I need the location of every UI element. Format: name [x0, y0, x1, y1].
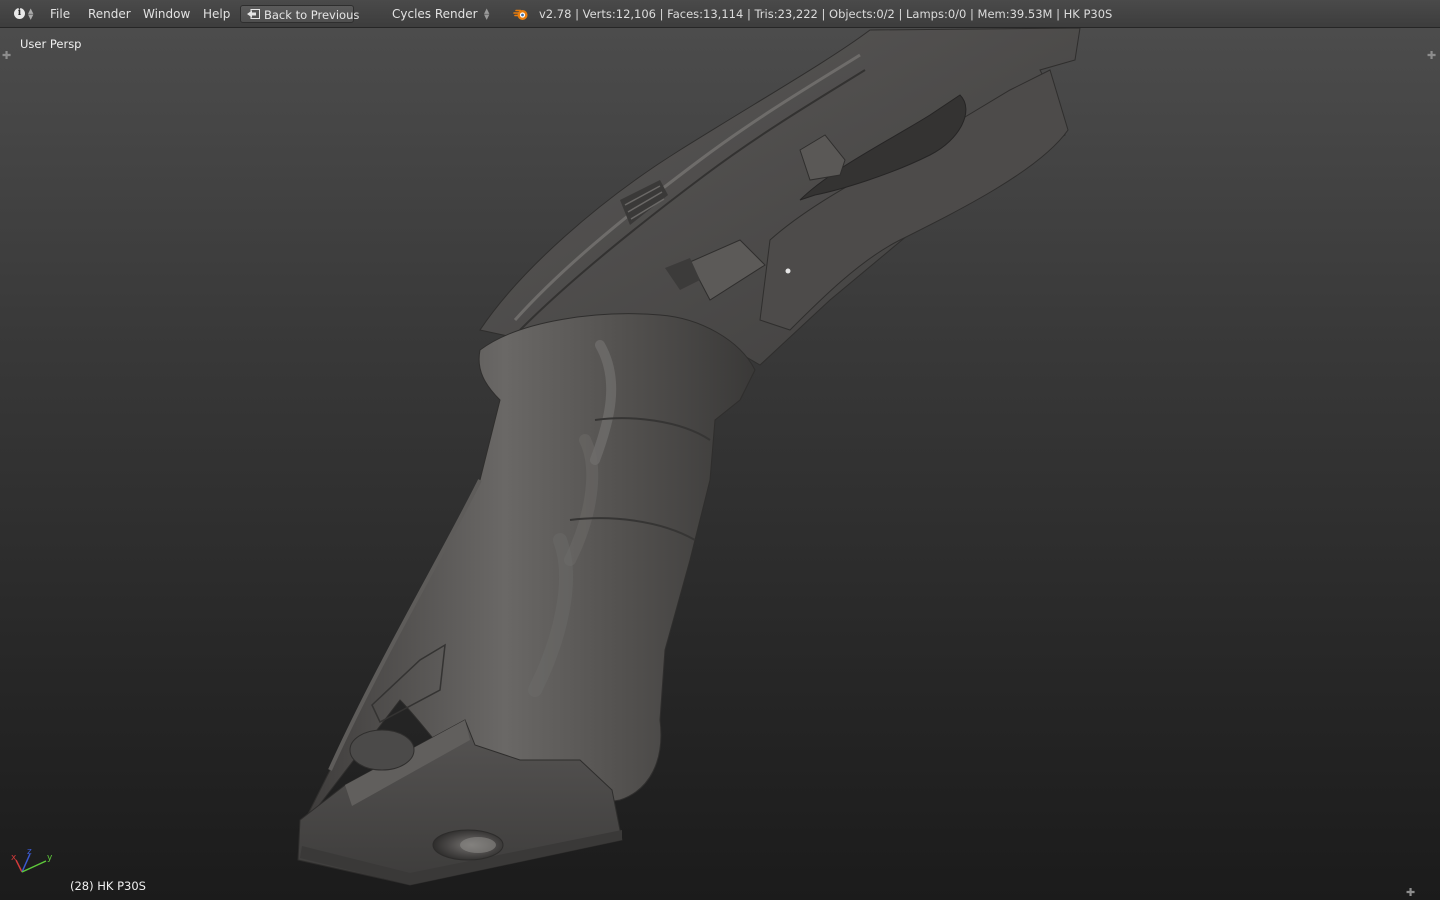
render-engine-dropdown[interactable]: Cycles Render ▲ ▼ [384, 5, 496, 23]
back-to-previous-button[interactable]: Back to Previous [240, 5, 359, 23]
back-to-previous-label: Back to Previous [264, 8, 360, 22]
pistol-frame-mesh[interactable] [0, 28, 1440, 900]
info-icon: i [14, 8, 25, 19]
region-toggle-left-plus-icon[interactable]: ✚ [2, 50, 11, 61]
menu-render[interactable]: Render [88, 0, 131, 28]
updown-arrows-icon: ▲ ▼ [28, 7, 34, 21]
render-engine-value: Cycles Render [392, 7, 478, 21]
blender-logo-icon [513, 9, 528, 20]
back-arrow-icon [247, 9, 260, 19]
view-name-label: User Persp [20, 37, 82, 51]
axis-orientation-gizmo: x z y [11, 847, 53, 873]
menu-window[interactable]: Window [143, 0, 190, 28]
scene-statistics: v2.78 | Verts:12,106 | Faces:13,114 | Tr… [539, 7, 1113, 21]
region-toggle-right-plus-icon[interactable]: ✚ [1427, 50, 1436, 61]
info-header: i ▲ ▼ File Render Window Help Back to Pre… [0, 0, 1440, 28]
menu-file[interactable]: File [50, 0, 70, 28]
3d-viewport[interactable]: User Persp ✚ ✚ ✚ x z y (28) HK P30S [0, 28, 1440, 900]
axis-y-label: y [47, 853, 53, 863]
axis-z-label: z [27, 847, 32, 857]
menu-help[interactable]: Help [203, 0, 230, 28]
dropdown-arrows-icon: ▲ ▼ [484, 7, 490, 21]
editor-type-selector[interactable]: i ▲ ▼ [10, 0, 38, 28]
axis-x-label: x [11, 853, 17, 863]
active-object-label: (28) HK P30S [70, 879, 146, 893]
region-split-plus-icon[interactable]: ✚ [1406, 887, 1415, 898]
